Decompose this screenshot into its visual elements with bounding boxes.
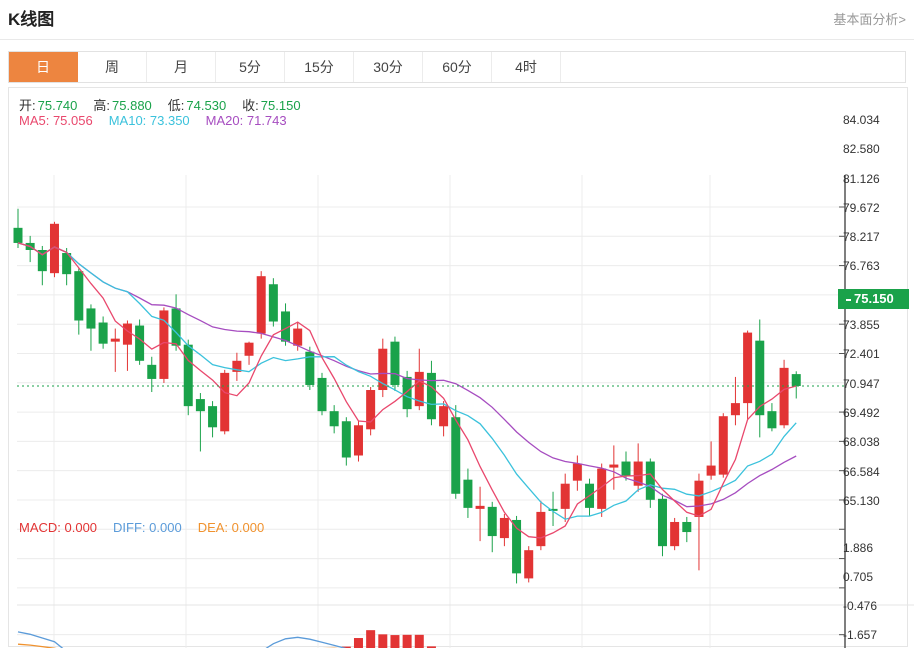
tab-日[interactable]: 日	[9, 52, 78, 82]
info-item: 高:75.880	[93, 98, 151, 113]
y-axis-label: 68.038	[843, 435, 909, 449]
macd-info-row: MACD: 0.000 DIFF: 0.000 DEA: 0.000	[19, 520, 280, 535]
current-price-tag: 75.150	[838, 289, 909, 309]
y-axis-label: 65.130	[843, 494, 909, 508]
info-item: MA20: 71.743	[206, 113, 287, 128]
fundamental-analysis-link[interactable]: 基本面分析>	[833, 9, 906, 28]
y-axis-label: -1.657	[843, 628, 909, 642]
y-axis-label: 79.672	[843, 201, 909, 215]
info-item: MA10: 73.350	[109, 113, 190, 128]
info-item: 开:75.740	[19, 98, 77, 113]
tab-月[interactable]: 月	[147, 52, 216, 82]
page-title: K线图	[8, 5, 54, 30]
ma-info-row: MA5: 75.056 MA10: 73.350 MA20: 71.743	[19, 113, 303, 128]
tab-30分[interactable]: 30分	[354, 52, 423, 82]
y-axis-label: 69.492	[843, 406, 909, 420]
y-axis-label: 76.763	[843, 259, 909, 273]
info-item: 低:74.530	[168, 98, 226, 113]
y-axis-label: 66.584	[843, 465, 909, 479]
info-item: MACD: 0.000	[19, 520, 97, 535]
info-item: DIFF: 0.000	[113, 520, 182, 535]
tab-60分[interactable]: 60分	[423, 52, 492, 82]
info-item: MA5: 75.056	[19, 113, 93, 128]
y-axis-label: 84.034	[843, 113, 909, 127]
chart-region: 开:75.740 高:75.880 低:74.530 收:75.150 MA5: 75…	[8, 87, 908, 647]
tag-tick-icon	[846, 299, 851, 301]
tab-15分[interactable]: 15分	[285, 52, 354, 82]
y-axis-label: 1.886	[843, 541, 909, 555]
tab-5分[interactable]: 5分	[216, 52, 285, 82]
y-axis-label: 70.947	[843, 377, 909, 391]
y-axis-label: 72.401	[843, 347, 909, 361]
y-axis-label: -0.476	[843, 599, 909, 613]
info-item: DEA: 0.000	[198, 520, 265, 535]
y-axis-label: 81.126	[843, 172, 909, 186]
y-axis-label: 82.580	[843, 142, 909, 156]
y-axis-label: 73.855	[843, 318, 909, 332]
y-axis-label: 78.217	[843, 230, 909, 244]
kline-chart-canvas[interactable]	[9, 88, 914, 648]
info-item: 收:75.150	[242, 98, 300, 113]
kline-page: K线图 基本面分析> 日周月5分15分30分60分4时 开:75.740 高:75…	[0, 0, 914, 648]
period-tab-bar: 日周月5分15分30分60分4时	[8, 51, 906, 83]
ohlc-info-row: 开:75.740 高:75.880 低:74.530 收:75.150	[19, 95, 317, 114]
tab-周[interactable]: 周	[78, 52, 147, 82]
y-axis-label: 0.705	[843, 570, 909, 584]
tab-4时[interactable]: 4时	[492, 52, 561, 82]
title-divider	[0, 39, 914, 40]
